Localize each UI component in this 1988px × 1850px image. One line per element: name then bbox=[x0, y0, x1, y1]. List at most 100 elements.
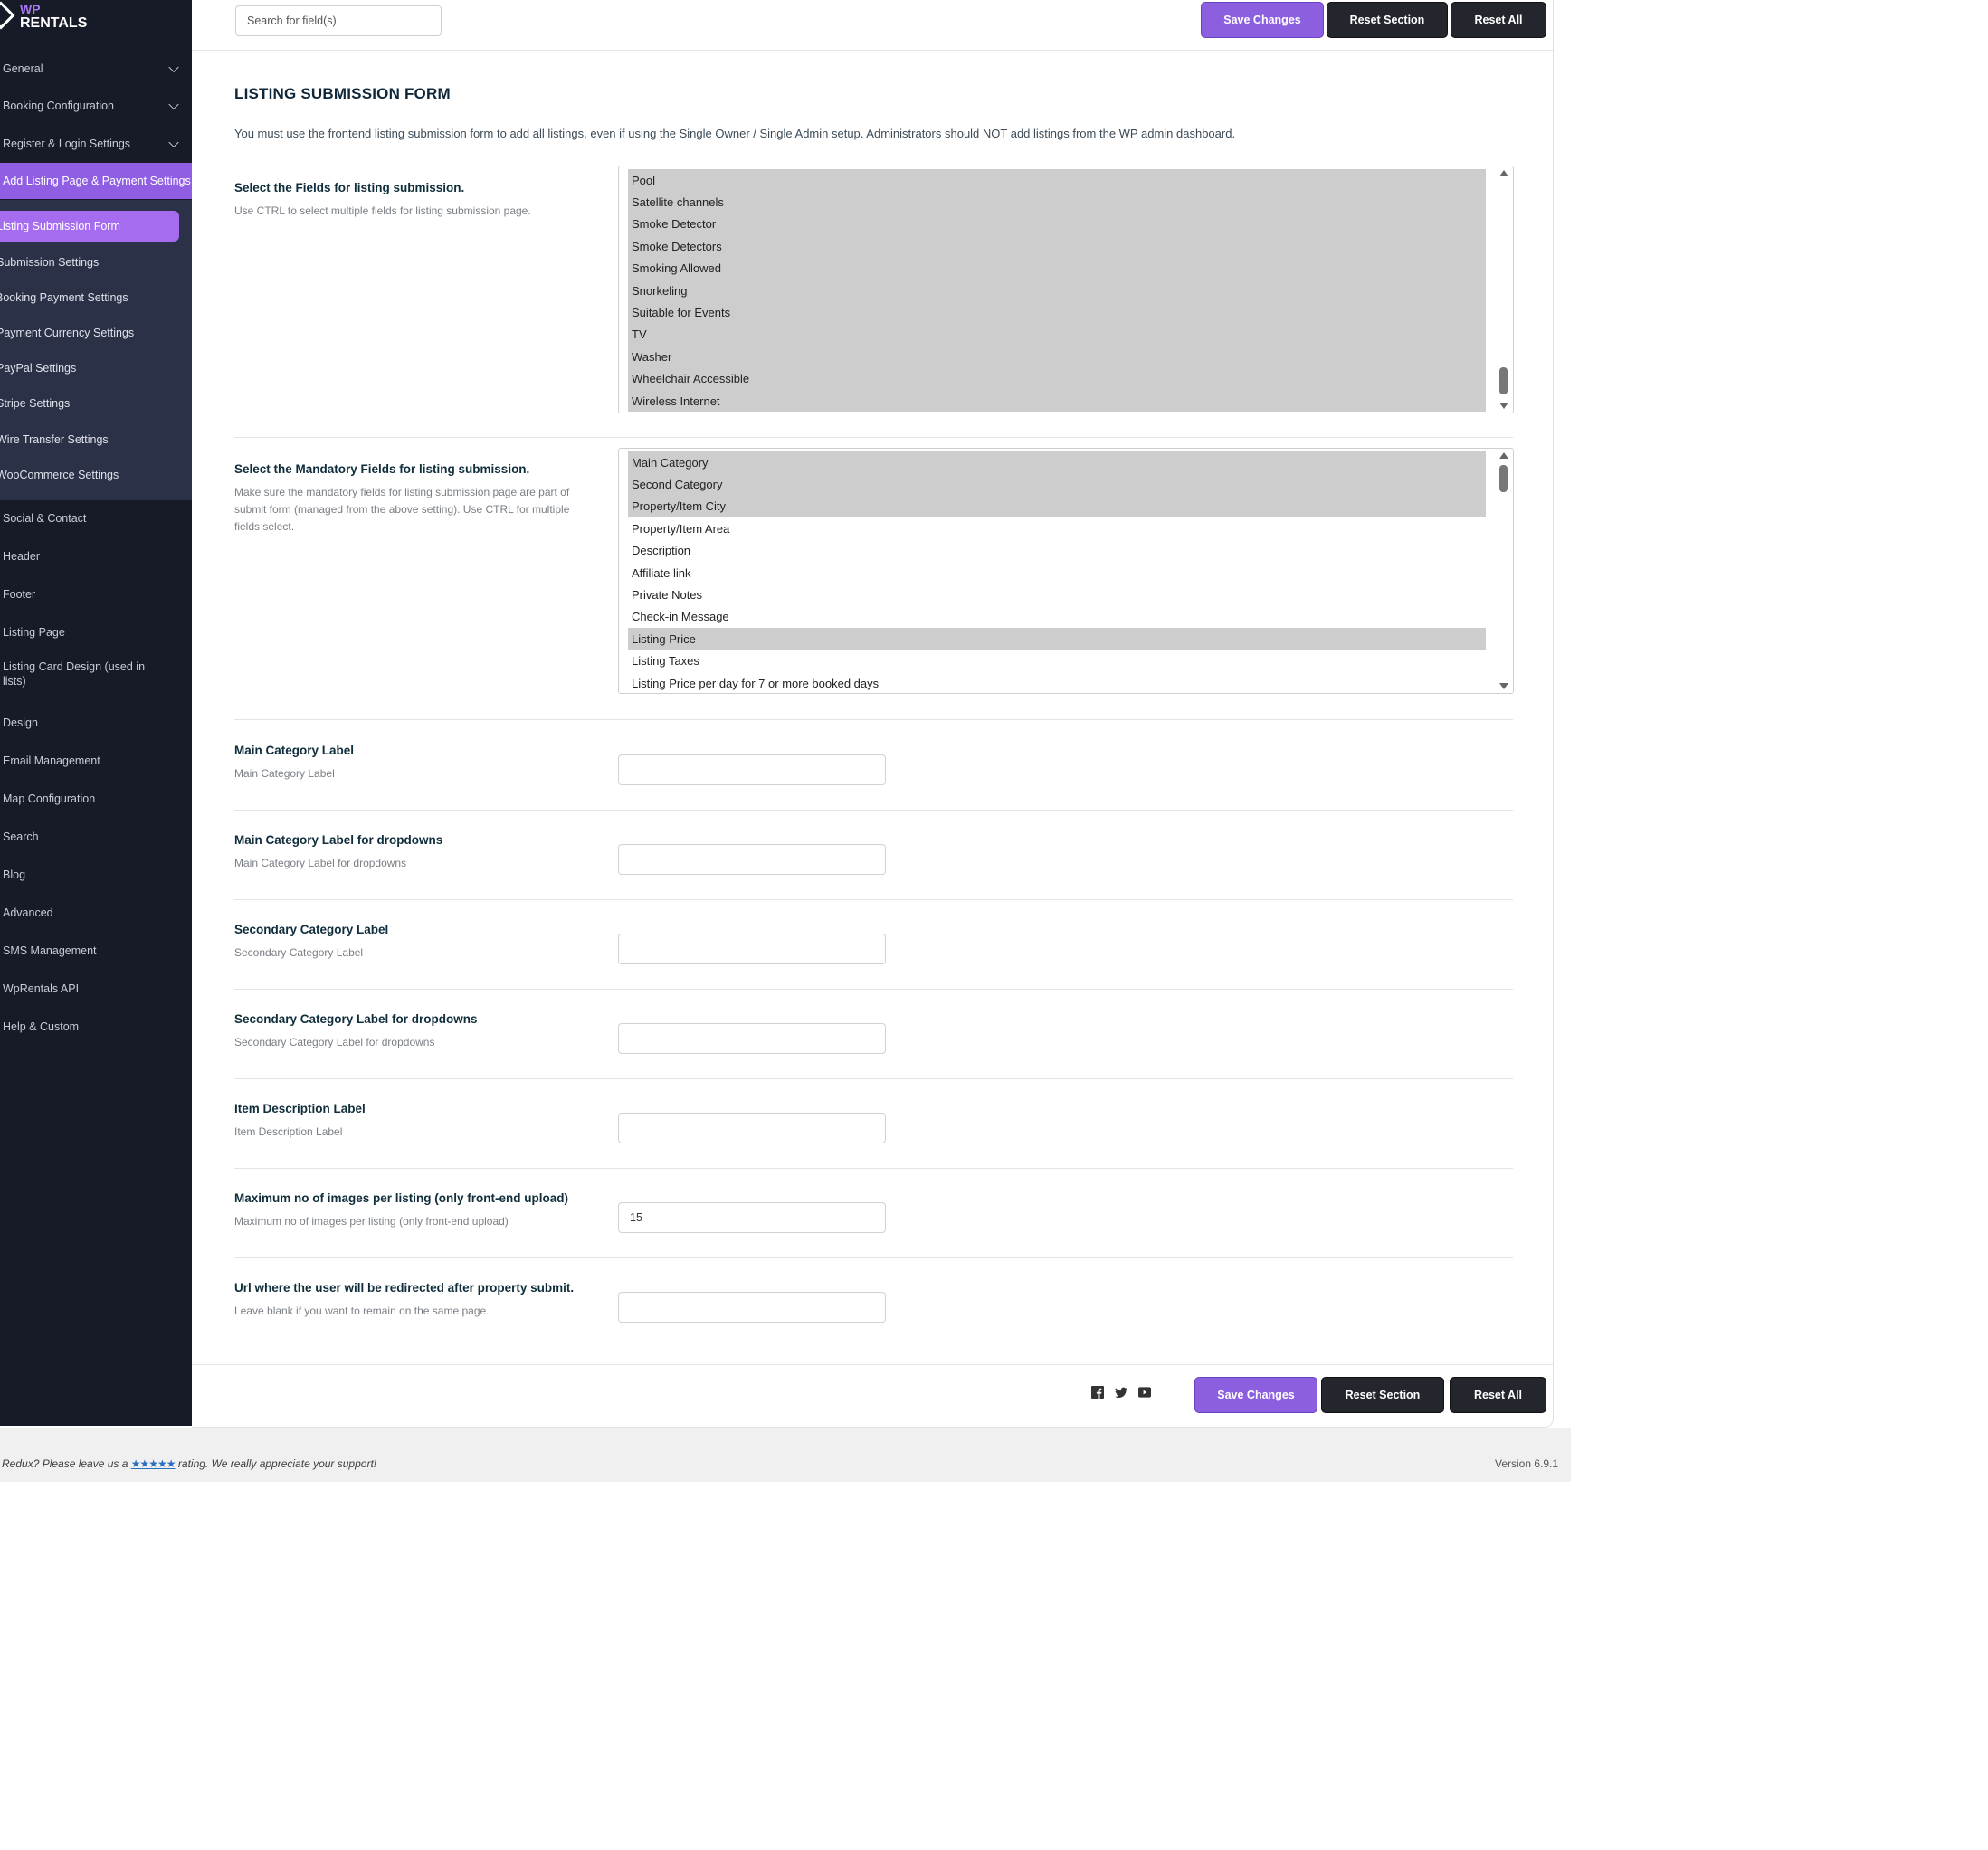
text-field-label-5: Maximum no of images per listing (only f… bbox=[234, 1191, 569, 1205]
sidebar-item-after-6[interactable]: Email Management bbox=[0, 742, 192, 780]
divider bbox=[234, 899, 1513, 900]
save-button-bottom[interactable]: Save Changes bbox=[1194, 1377, 1317, 1413]
footer-note-brand[interactable]: Redux bbox=[2, 1457, 33, 1470]
sidebar-item-after-2[interactable]: Footer bbox=[0, 575, 192, 613]
text-field-input-1[interactable] bbox=[618, 844, 886, 875]
fields-multiselect[interactable]: Wireless Internet Wheelchair Accessible Wa… bbox=[618, 166, 1514, 413]
fields-select-label: Select the Fields for listing submission… bbox=[234, 181, 465, 194]
subnav-item-0[interactable]: Listing Submission Form bbox=[0, 211, 179, 242]
sidebar-item-after-7[interactable]: Map Configuration bbox=[0, 780, 192, 818]
divider bbox=[234, 989, 1513, 990]
sidebar-item-after-3[interactable]: Listing Page bbox=[0, 613, 192, 651]
sidebar-item-0[interactable]: General bbox=[0, 50, 192, 88]
sidebar-item-after-5[interactable]: Design bbox=[0, 704, 192, 742]
text-field-input-6[interactable] bbox=[618, 1292, 886, 1323]
subnav: Listing Submission Form Submission Settin… bbox=[0, 200, 192, 500]
scroll-down-icon[interactable] bbox=[1499, 683, 1508, 689]
option-1[interactable]: Satellite channels bbox=[628, 191, 1486, 213]
option-6[interactable]: Suitable for Events bbox=[628, 301, 1486, 324]
text-field-input-4[interactable] bbox=[618, 1113, 886, 1143]
subnav-item-3[interactable]: Payment Currency Settings bbox=[0, 318, 192, 348]
sidebar-item-after-10[interactable]: Advanced bbox=[0, 894, 192, 932]
text-field-description-5: Maximum no of images per listing (only f… bbox=[234, 1215, 509, 1228]
text-field-input-3[interactable] bbox=[618, 1023, 886, 1054]
subnav-item-label: Booking Payment Settings bbox=[0, 291, 128, 304]
sidebar-item-1[interactable]: Booking Configuration bbox=[0, 87, 192, 125]
facebook-icon[interactable] bbox=[1091, 1386, 1104, 1399]
option-7[interactable]: TV bbox=[628, 323, 1486, 346]
mandatory-multiselect[interactable]: Listing Price per day for 7 or more book… bbox=[618, 448, 1514, 694]
save-button-top[interactable]: Save Changes bbox=[1201, 2, 1324, 38]
scroll-thumb[interactable] bbox=[1499, 367, 1508, 394]
scroll-up-icon[interactable] bbox=[1499, 452, 1508, 459]
sidebar-item-after-0[interactable]: Social & Contact bbox=[0, 499, 192, 537]
sidebar-item-after-4[interactable]: Listing Card Design (used in lists) bbox=[0, 651, 192, 697]
reset-section-button-top[interactable]: Reset Section bbox=[1327, 2, 1448, 38]
mandatory-select-description: Make sure the mandatory fields for listi… bbox=[234, 486, 570, 533]
option-2[interactable]: Property/Item City bbox=[628, 495, 1486, 518]
option-3[interactable]: Property/Item Area bbox=[628, 517, 1486, 539]
rating-stars-link[interactable]: ★★★★★ bbox=[131, 1457, 176, 1470]
sidebar-item-after-12[interactable]: WpRentals API bbox=[0, 970, 192, 1008]
version-label: Version 6.9.1 bbox=[1495, 1457, 1559, 1470]
text-field-input-0[interactable] bbox=[618, 754, 886, 785]
subnav-item-6[interactable]: Wire Transfer Settings bbox=[0, 424, 192, 455]
logo-line2: RENTALS bbox=[20, 15, 88, 31]
sidebar-item-after-9[interactable]: Blog bbox=[0, 856, 192, 894]
scroll-thumb[interactable] bbox=[1499, 465, 1508, 492]
option-3[interactable]: Smoke Detectors bbox=[628, 235, 1486, 258]
option-9[interactable]: Wheelchair Accessible bbox=[628, 367, 1486, 390]
option-8[interactable]: Washer bbox=[628, 346, 1486, 368]
option-5[interactable]: Affiliate link bbox=[628, 562, 1486, 583]
sidebar-item-3[interactable]: Add Listing Page & Payment Settings bbox=[0, 163, 192, 199]
option-7[interactable]: Check-in Message bbox=[628, 606, 1486, 628]
subnav-item-5[interactable]: Stripe Settings bbox=[0, 388, 192, 419]
sidebar-item-after-1[interactable]: Header bbox=[0, 537, 192, 575]
subnav-item-label: Payment Currency Settings bbox=[0, 327, 135, 339]
text-field-description-2: Secondary Category Label bbox=[234, 946, 364, 959]
option-6[interactable]: Private Notes bbox=[628, 583, 1486, 605]
divider bbox=[234, 437, 1513, 438]
sidebar-item-after-13[interactable]: Help & Custom bbox=[0, 1008, 192, 1046]
footer-note-text: ? Please leave us a bbox=[33, 1457, 131, 1470]
subnav-item-label: WooCommerce Settings bbox=[0, 469, 119, 481]
option-5[interactable]: Snorkeling bbox=[628, 280, 1486, 302]
subnav-item-label: Listing Submission Form bbox=[0, 220, 120, 232]
subnav-item-7[interactable]: WooCommerce Settings bbox=[0, 460, 192, 490]
subnav-item-2[interactable]: Booking Payment Settings bbox=[0, 282, 192, 313]
subnav-item-1[interactable]: Submission Settings bbox=[0, 247, 192, 278]
subnav-item-4[interactable]: PayPal Settings bbox=[0, 353, 192, 384]
option-8[interactable]: Listing Price bbox=[628, 628, 1486, 650]
text-field-input-2[interactable] bbox=[618, 934, 886, 964]
option-2[interactable]: Smoke Detector bbox=[628, 213, 1486, 236]
field-search-input[interactable] bbox=[235, 5, 442, 36]
youtube-icon[interactable] bbox=[1138, 1386, 1151, 1399]
option-0[interactable]: Pool bbox=[628, 169, 1486, 192]
option-0[interactable]: Main Category bbox=[628, 451, 1486, 474]
sidebar-item-2[interactable]: Register & Login Settings bbox=[0, 125, 192, 163]
bottom-toolbar-divider bbox=[192, 1364, 1553, 1365]
divider bbox=[234, 1078, 1513, 1079]
option-10[interactable]: Listing Price per day for 7 or more book… bbox=[628, 672, 1486, 693]
logo[interactable]: WP RENTALS bbox=[0, 0, 192, 36]
text-field-description-1: Main Category Label for dropdowns bbox=[234, 857, 407, 869]
twitter-icon[interactable] bbox=[1115, 1386, 1127, 1399]
reset-section-button-bottom[interactable]: Reset Section bbox=[1321, 1377, 1444, 1413]
mandatory-multiselect-scrollbar[interactable] bbox=[1495, 449, 1513, 693]
option-9[interactable]: Listing Taxes bbox=[628, 650, 1486, 672]
sidebar-item-after-8[interactable]: Search bbox=[0, 818, 192, 856]
reset-all-button-bottom[interactable]: Reset All bbox=[1450, 1377, 1546, 1413]
logo-line1: WP bbox=[20, 2, 41, 16]
scroll-up-icon[interactable] bbox=[1499, 170, 1508, 176]
text-field-input-5[interactable] bbox=[618, 1202, 886, 1233]
fields-multiselect-scrollbar[interactable] bbox=[1495, 166, 1513, 413]
reset-all-button-top[interactable]: Reset All bbox=[1451, 2, 1546, 38]
option-4[interactable]: Smoking Allowed bbox=[628, 257, 1486, 280]
scroll-down-icon[interactable] bbox=[1499, 403, 1508, 409]
option-1[interactable]: Second Category bbox=[628, 473, 1486, 496]
divider bbox=[234, 1168, 1513, 1169]
sidebar-item-after-11[interactable]: SMS Management bbox=[0, 932, 192, 970]
option-4[interactable]: Description bbox=[628, 540, 1486, 562]
text-field-description-6: Leave blank if you want to remain on the… bbox=[234, 1304, 490, 1317]
option-10[interactable]: Wireless Internet bbox=[628, 390, 1486, 413]
